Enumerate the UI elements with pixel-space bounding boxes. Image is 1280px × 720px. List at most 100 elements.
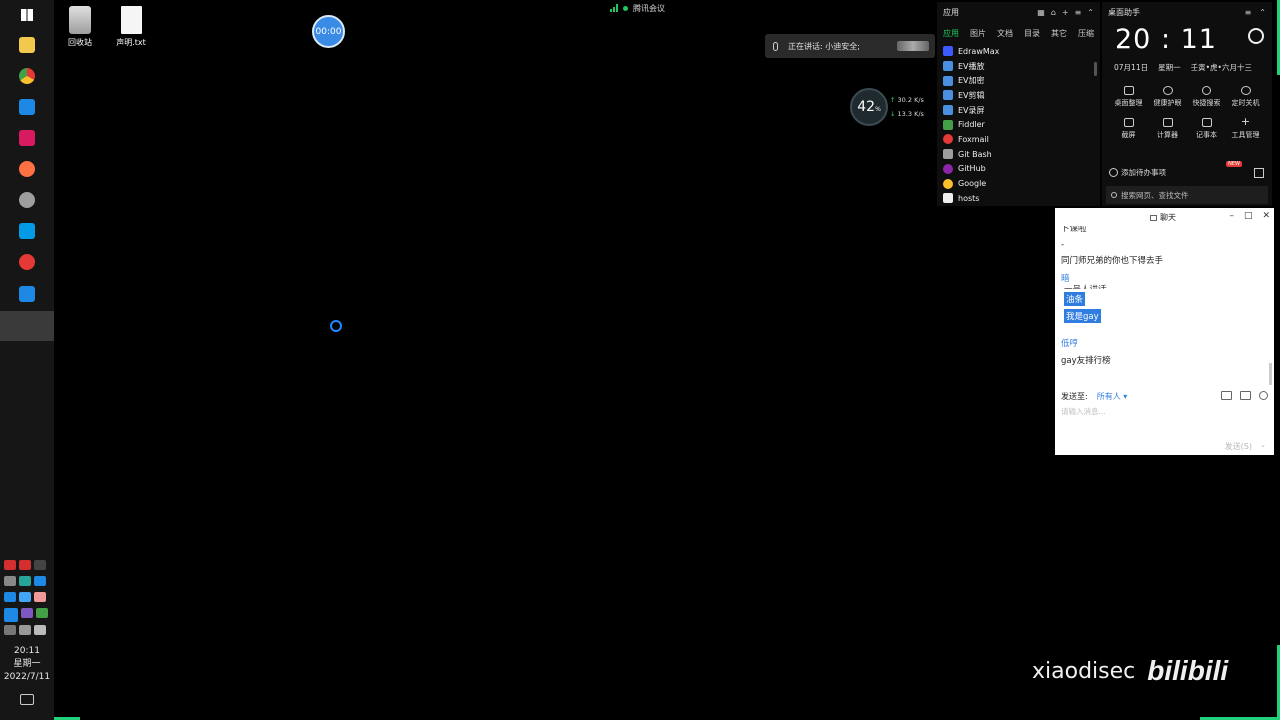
send-to-row: 发送至: 所有人 ▾ [1061, 391, 1127, 402]
tray-icon[interactable] [4, 576, 16, 586]
app-label: GitHub [958, 164, 986, 174]
file-explorer-icon [19, 37, 35, 53]
list-item[interactable]: Google [937, 176, 1100, 191]
recipient-select[interactable]: 所有人 ▾ [1097, 391, 1128, 402]
tray-icon[interactable] [19, 560, 31, 570]
tab-archives[interactable]: 压缩 [1078, 28, 1094, 39]
chrome-icon [19, 68, 35, 84]
user-icon[interactable] [1259, 391, 1268, 400]
taskbar-app[interactable] [0, 154, 54, 184]
apps-panel-header: 应用 ▦ ⌂ + ≡ ⌃ [937, 2, 1100, 22]
file-icon[interactable] [1221, 391, 1232, 400]
tray-icon[interactable] [19, 625, 31, 635]
tray-icon[interactable] [34, 560, 46, 570]
helper-search-input[interactable]: 搜索网页、查找文件 [1106, 186, 1268, 204]
desktop-helper-panel: 桌面助手 ≡ ⌃ 20 : 11 07月11日 星期一 壬寅•虎•六月十三 桌面… [1102, 2, 1272, 206]
list-item[interactable]: EV录屏 [937, 103, 1100, 118]
taskbar-app[interactable] [0, 92, 54, 122]
tray-icon[interactable] [4, 592, 16, 602]
network-icon[interactable] [4, 625, 16, 635]
list-item[interactable]: Git Bash [937, 147, 1100, 162]
clock-weekday: 星期一 [13, 659, 41, 669]
tool-manage[interactable]: + 工具管理 [1226, 116, 1265, 140]
watermark: xiaodisec bilibili [1032, 655, 1228, 687]
tab-images[interactable]: 图片 [970, 28, 986, 39]
app-label: hosts [958, 193, 980, 203]
apps-scrollbar[interactable] [1094, 62, 1097, 76]
tray-icon[interactable] [19, 576, 31, 586]
tool-calculator[interactable]: 计算器 [1148, 118, 1187, 140]
list-item[interactable]: Fiddler [937, 117, 1100, 132]
grid-icon[interactable]: ▦ [1037, 8, 1045, 17]
tool-eye-care[interactable]: 健康护眼 [1148, 86, 1187, 108]
tool-timed-shutdown[interactable]: 定时关机 [1226, 86, 1265, 108]
start-button[interactable] [0, 0, 54, 30]
desktop-icon-recycle-bin[interactable]: 回收站 [54, 6, 106, 48]
notification-icon[interactable] [20, 694, 34, 705]
taskbar-app[interactable] [0, 30, 54, 60]
send-button[interactable]: 发送(S) [1225, 441, 1252, 452]
tray-icon[interactable] [19, 592, 31, 602]
app-icon [19, 223, 35, 239]
meeting-timer[interactable]: 00:00 [312, 15, 345, 48]
taskbar-app[interactable] [0, 216, 54, 246]
tool-quick-search[interactable]: 快捷搜索 [1187, 86, 1226, 108]
tool-label: 桌面整理 [1114, 99, 1143, 107]
save-icon[interactable] [1240, 391, 1251, 400]
start-icon [21, 9, 33, 21]
tray-icon[interactable] [4, 560, 16, 570]
list-item[interactable]: GitHub [937, 162, 1100, 177]
chat-input[interactable]: 请输入消息... [1061, 406, 1106, 417]
maximize-icon[interactable]: □ [1244, 211, 1253, 221]
list-item[interactable]: Foxmail [937, 132, 1100, 147]
chat-titlebar[interactable]: 聊天 – □ ✕ [1055, 208, 1274, 226]
tray-icon[interactable] [36, 608, 48, 618]
lock-icon[interactable]: ⌂ [1051, 8, 1056, 17]
chevron-down-icon[interactable]: ⌄ [1260, 441, 1266, 449]
taskbar-app[interactable] [0, 123, 54, 153]
collapse-icon[interactable]: ⌃ [1259, 8, 1266, 17]
app-icon [943, 46, 953, 57]
tab-docs[interactable]: 文档 [997, 28, 1013, 39]
list-item[interactable]: EdrawMax [937, 44, 1100, 59]
apps-panel-title: 应用 [943, 7, 959, 17]
tool-desktop-organize[interactable]: 桌面整理 [1109, 86, 1148, 108]
meeting-indicator[interactable]: 腾讯会议 [610, 1, 665, 15]
tray-icon[interactable] [21, 608, 33, 618]
message-text: - [1061, 240, 1065, 250]
add-icon[interactable]: + [1062, 8, 1069, 17]
tool-screenshot[interactable]: 截屏 [1109, 118, 1148, 140]
taskbar-clock[interactable]: 20:11 星期一 2022/7/11 [0, 645, 54, 684]
tab-apps[interactable]: 应用 [943, 28, 959, 39]
tab-other[interactable]: 其它 [1051, 28, 1067, 39]
add-circle-icon [1109, 168, 1118, 177]
weather-sun-icon[interactable] [1248, 28, 1264, 44]
taskbar-app[interactable] [0, 61, 54, 91]
list-item[interactable]: EV播放 [937, 59, 1100, 74]
list-item[interactable]: EV加密 [937, 73, 1100, 88]
tab-folders[interactable]: 目录 [1024, 28, 1040, 39]
chat-scrollbar[interactable] [1269, 363, 1272, 385]
list-item[interactable]: hosts [937, 191, 1100, 206]
minimize-icon[interactable]: – [1229, 211, 1234, 221]
collapse-icon[interactable]: ⌃ [1087, 8, 1094, 17]
network-gauge[interactable]: 42% ↑ 30.2 K/s ↓ 13.3 K/s [850, 88, 938, 126]
qr-code-icon[interactable] [1254, 168, 1264, 178]
tray-icon[interactable] [34, 592, 46, 602]
taskbar-app[interactable] [0, 279, 54, 309]
list-icon[interactable] [4, 608, 18, 622]
message-sender: 低哼 [1061, 339, 1079, 349]
taskbar-app-active[interactable] [0, 311, 54, 341]
close-icon[interactable]: ✕ [1262, 211, 1270, 221]
list-item[interactable]: EV剪辑 [937, 88, 1100, 103]
tool-notepad[interactable]: 记事本 [1187, 118, 1226, 140]
menu-icon[interactable]: ≡ [1245, 8, 1252, 17]
add-todo-button[interactable]: 添加待办事项 [1109, 167, 1166, 178]
menu-icon[interactable]: ≡ [1075, 8, 1082, 17]
tray-icon[interactable] [34, 576, 46, 586]
notepad-icon [1201, 118, 1212, 127]
taskbar-app[interactable] [0, 185, 54, 215]
volume-icon[interactable] [34, 625, 46, 635]
taskbar-app[interactable] [0, 247, 54, 277]
desktop-icon-text-file[interactable]: 声明.txt [105, 6, 157, 48]
